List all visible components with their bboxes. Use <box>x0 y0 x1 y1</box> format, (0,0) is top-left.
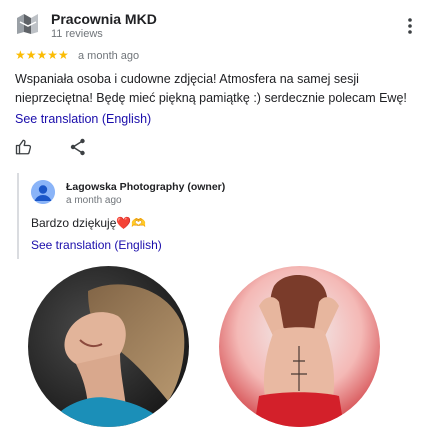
more-options-button[interactable] <box>400 14 420 38</box>
photo-back-portrait-image <box>219 266 380 427</box>
review-photo-1[interactable] <box>28 266 189 427</box>
rating-stars: ★★★★★ <box>15 48 69 62</box>
reviewer-avatar[interactable] <box>14 10 42 38</box>
review-text: Wspaniała osoba i cudowne zdjęcia! Atmos… <box>15 72 407 105</box>
photo-portrait-image <box>28 266 189 427</box>
reviewer-review-count: 11 reviews <box>51 28 103 40</box>
thumb-up-icon <box>15 139 32 155</box>
owner-name[interactable]: Łagowska Photography (owner) <box>66 181 225 193</box>
review-photo-2[interactable] <box>219 266 380 427</box>
owner-avatar[interactable] <box>31 180 55 204</box>
see-translation-link[interactable]: See translation (English) <box>15 112 151 126</box>
reviewer-name[interactable]: Pracownia MKD <box>51 11 157 27</box>
share-button[interactable] <box>70 138 86 156</box>
reply-see-translation-link[interactable]: See translation (English) <box>31 238 162 252</box>
reply-text: Bardzo dziękuję❤️🫶 <box>31 216 147 230</box>
share-icon <box>70 138 85 156</box>
more-vert-icon <box>408 18 412 34</box>
like-button[interactable] <box>15 138 33 156</box>
review-time: a month ago <box>78 50 140 62</box>
reply-divider <box>17 173 19 259</box>
avatar-icon <box>14 10 42 38</box>
person-icon <box>31 180 55 204</box>
reply-time: a month ago <box>66 195 122 206</box>
